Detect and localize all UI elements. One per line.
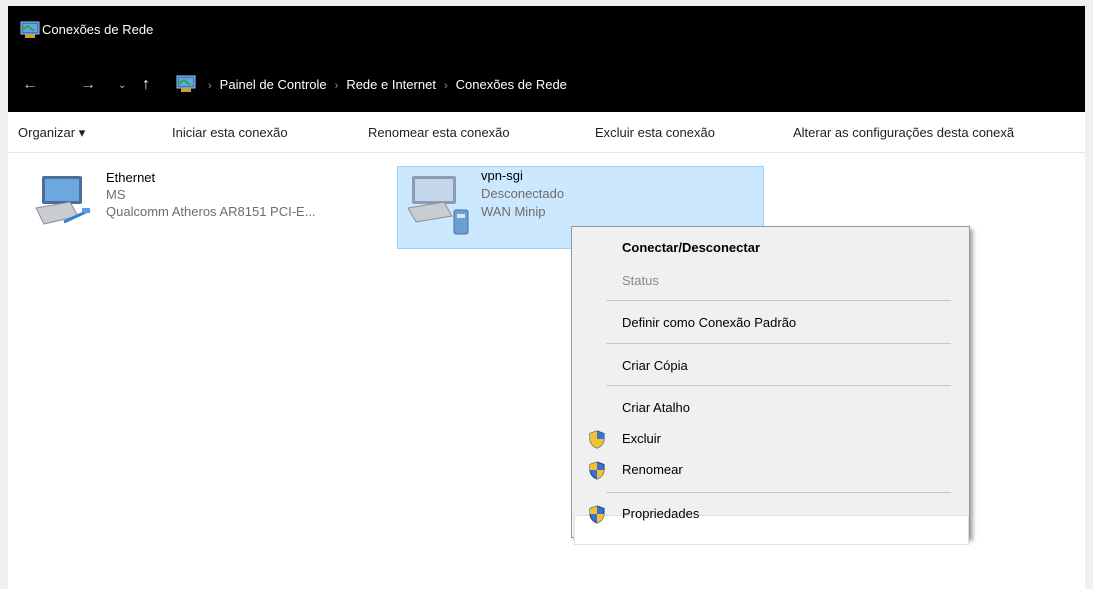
menu-item-criar-copia[interactable]: Criar Cópia <box>622 358 688 373</box>
connection-status: Desconectado <box>481 186 565 201</box>
window-title: Conexões de Rede <box>42 22 154 37</box>
breadcrumb: › Painel de Controle › Rede e Internet › Cone… <box>200 77 567 92</box>
breadcrumb-rede-e-internet[interactable]: Rede e Internet <box>346 77 436 92</box>
forward-arrow-icon[interactable]: → <box>80 76 96 94</box>
back-arrow-icon[interactable]: ← <box>22 76 38 94</box>
menu-item-propriedades[interactable]: Propriedades <box>622 506 699 521</box>
organize-menu-button[interactable]: Organizar ▾ <box>18 125 85 141</box>
uac-shield-icon <box>589 430 605 449</box>
change-connection-settings-button[interactable]: Alterar as configurações desta conexã <box>793 125 1014 140</box>
menu-item-excluir[interactable]: Excluir <box>622 431 661 446</box>
recent-locations-chevron-icon[interactable]: ⌄ <box>118 80 126 91</box>
network-connections-icon <box>20 21 40 38</box>
menu-item-renomear[interactable]: Renomear <box>622 462 683 477</box>
connection-name: vpn-sgi <box>481 168 523 183</box>
menu-item-criar-atalho[interactable]: Criar Atalho <box>622 400 690 415</box>
connection-status: MS <box>106 187 126 202</box>
context-menu: Conectar/Desconectar Status Definir como… <box>571 226 970 545</box>
title-bar: Conexões de Rede <box>8 6 1085 58</box>
address-bar: ← → ⌄ ↑ › Painel de Controle › Rede e Inter… <box>8 58 1085 112</box>
menu-separator <box>606 343 951 344</box>
network-connections-icon <box>176 75 196 92</box>
menu-item-status: Status <box>622 273 659 288</box>
uac-shield-icon <box>589 505 605 524</box>
connection-device: Qualcomm Atheros AR8151 PCI-E... <box>106 204 316 219</box>
menu-separator <box>606 300 951 301</box>
vpn-connection-icon <box>407 176 469 235</box>
breadcrumb-painel-de-controle[interactable]: Painel de Controle <box>220 77 327 92</box>
ethernet-adapter-icon <box>35 176 91 225</box>
command-toolbar: Organizar ▾ Iniciar esta conexão Renomea… <box>8 112 1085 153</box>
connection-device: WAN Minip <box>481 204 546 219</box>
menu-item-conectar-desconectar[interactable]: Conectar/Desconectar <box>622 240 760 255</box>
start-connection-button[interactable]: Iniciar esta conexão <box>172 125 288 140</box>
breadcrumb-separator-icon: › <box>208 80 212 92</box>
delete-connection-button[interactable]: Excluir esta conexão <box>595 125 715 140</box>
menu-separator <box>606 385 951 386</box>
menu-item-definir-padrao[interactable]: Definir como Conexão Padrão <box>622 315 796 330</box>
connection-item-ethernet[interactable]: Ethernet MS Qualcomm Atheros AR8151 PCI-… <box>30 168 390 238</box>
breadcrumb-conexoes-de-rede[interactable]: Conexões de Rede <box>456 77 567 92</box>
menu-separator <box>606 492 951 493</box>
uac-shield-icon <box>589 461 605 480</box>
breadcrumb-separator-icon: › <box>334 80 339 92</box>
connection-name: Ethernet <box>106 170 156 185</box>
up-arrow-icon[interactable]: ↑ <box>142 76 150 94</box>
breadcrumb-separator-icon: › <box>443 80 448 92</box>
rename-connection-button[interactable]: Renomear esta conexão <box>368 125 510 140</box>
